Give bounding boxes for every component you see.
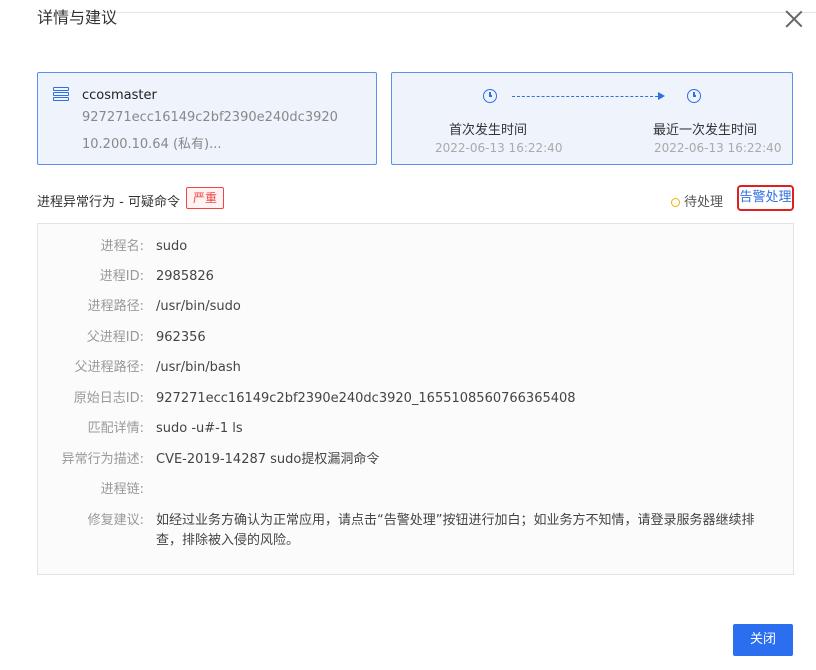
detail-panel: 进程名: sudo 进程ID: 2985826 进程路径: /usr/bin/s…: [37, 223, 794, 575]
detail-value: 如经过业务方确认为正常应用，请点击“告警处理”按钮进行加白；如业务方不知情，请登…: [156, 513, 755, 548]
detail-key: 修复建议:: [87, 513, 144, 528]
detail-key: 父进程ID:: [86, 330, 144, 345]
clock-icon: [483, 89, 497, 103]
host-ip: 10.200.10.64 (私有)...: [82, 137, 222, 152]
header-divider: [40, 12, 816, 13]
timeline-card: 首次发生时间 2022-06-13 16:22:40 最近一次发生时间 2022…: [391, 72, 793, 165]
first-time-value: 2022-06-13 16:22:40: [435, 141, 563, 155]
detail-value: CVE-2019-14287 sudo提权漏洞命令: [156, 452, 380, 467]
server-icon: [53, 87, 69, 103]
status-indicator: 待处理: [671, 191, 723, 210]
clock-icon: [687, 89, 701, 103]
detail-key: 父进程路径:: [74, 360, 144, 375]
detail-value: 962356: [156, 330, 206, 345]
detail-key: 原始日志ID:: [73, 391, 144, 406]
detail-key: 进程ID:: [99, 269, 144, 284]
close-button[interactable]: 关闭: [733, 624, 793, 656]
pending-dot-icon: [671, 198, 680, 207]
first-time-label: 首次发生时间: [449, 123, 528, 138]
section-title: 进程异常行为 - 可疑命令: [37, 195, 180, 210]
host-card: ccosmaster 927271ecc16149c2bf2390e240dc3…: [37, 72, 377, 165]
detail-value: 2985826: [156, 269, 214, 284]
last-time-label: 最近一次发生时间: [653, 123, 758, 138]
detail-key: 匹配详情:: [87, 421, 144, 436]
dialog-title: 详情与建议: [37, 8, 118, 27]
detail-value: sudo: [156, 239, 188, 254]
status-label: 待处理: [684, 195, 724, 210]
detail-value: sudo -u#-1 ls: [156, 421, 243, 436]
severity-badge: 严重: [186, 187, 225, 209]
timeline-connector: [512, 96, 658, 97]
alert-handle-button[interactable]: 告警处理: [737, 185, 794, 211]
arrow-right-icon: [658, 92, 665, 100]
detail-value: 927271ecc16149c2bf2390e240dc3920_1655108…: [156, 391, 576, 406]
host-id: 927271ecc16149c2bf2390e240dc3920: [82, 110, 338, 125]
detail-value: /usr/bin/bash: [156, 360, 241, 375]
detail-key: 进程路径:: [87, 299, 144, 314]
close-icon[interactable]: [783, 8, 805, 30]
detail-key: 异常行为描述:: [61, 452, 144, 467]
detail-value: /usr/bin/sudo: [156, 299, 241, 314]
host-name: ccosmaster: [82, 88, 157, 103]
last-time-value: 2022-06-13 16:22:40: [654, 141, 782, 155]
detail-key: 进程名:: [100, 239, 144, 254]
detail-key: 进程链:: [100, 482, 144, 497]
